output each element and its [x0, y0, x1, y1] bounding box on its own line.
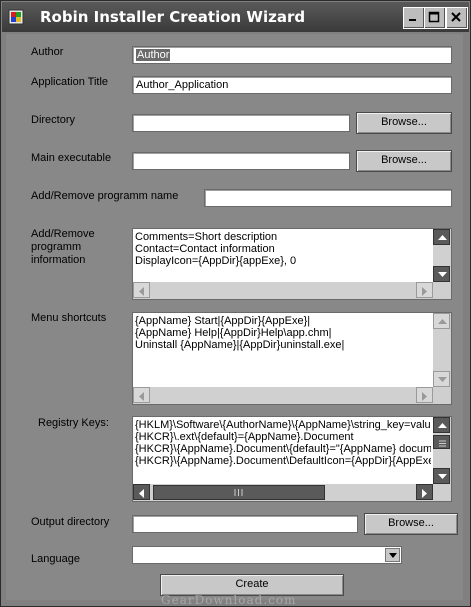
scroll-left-button[interactable] — [133, 484, 150, 500]
menu-shortcuts-hscroll[interactable] — [133, 387, 433, 404]
scroll-down-button[interactable] — [433, 371, 450, 387]
arrow-down-icon — [438, 474, 447, 479]
vertical-scroll-thumb[interactable] — [433, 435, 450, 449]
addremove-name-label: Add/Remove programm name — [31, 190, 179, 202]
scroll-left-button[interactable] — [133, 387, 150, 403]
grip-icon — [439, 440, 446, 447]
scroll-left-button[interactable] — [133, 282, 150, 298]
app-icon — [8, 9, 24, 25]
output-dir-label: Output directory — [31, 516, 110, 528]
scroll-down-button[interactable] — [433, 266, 450, 282]
language-select[interactable] — [132, 546, 402, 564]
registry-keys-vscroll[interactable] — [433, 417, 451, 484]
app-title-field[interactable]: Author_Application — [132, 76, 452, 94]
grip-icon — [234, 489, 243, 496]
main-exe-browse-button[interactable]: Browse... — [356, 150, 452, 172]
scroll-right-button[interactable] — [416, 484, 433, 500]
addremove-info-textarea[interactable]: Comments=Short description Contact=Conta… — [132, 228, 452, 300]
directory-label: Directory — [31, 114, 76, 126]
arrow-left-icon — [139, 489, 144, 498]
scroll-corner — [433, 484, 451, 501]
chevron-down-icon — [389, 553, 397, 558]
language-dropdown-button[interactable] — [385, 548, 400, 562]
language-label: Language — [31, 553, 80, 565]
window-title: Robin Installer Creation Wizard — [40, 8, 306, 26]
author-field[interactable]: Author — [132, 46, 452, 64]
menu-shortcuts-textarea[interactable]: {AppName} Start|{AppDir}{AppExe}| {AppNa… — [132, 312, 452, 405]
arrow-up-icon — [438, 235, 447, 240]
close-button[interactable] — [446, 7, 468, 29]
arrow-down-icon — [438, 377, 447, 382]
scroll-right-button[interactable] — [416, 387, 433, 403]
maximize-button[interactable] — [424, 7, 446, 29]
addremove-info-vscroll[interactable] — [433, 229, 451, 282]
maximize-icon — [428, 11, 440, 23]
arrow-up-icon — [438, 319, 447, 324]
close-icon — [451, 12, 461, 22]
registry-keys-text: {HKLM}\Software\{AuthorName}\{AppName}\s… — [135, 419, 431, 467]
directory-browse-button[interactable]: Browse... — [356, 112, 452, 134]
arrow-down-icon — [438, 272, 447, 277]
arrow-left-icon — [139, 392, 144, 401]
addremove-info-text: Comments=Short description Contact=Conta… — [135, 231, 297, 267]
menu-shortcuts-label: Menu shortcuts — [31, 312, 107, 324]
registry-keys-hscroll[interactable] — [133, 484, 433, 501]
arrow-up-icon — [438, 423, 447, 428]
addremove-info-label: Add/Remove programm information — [31, 228, 95, 266]
scroll-corner — [433, 387, 451, 404]
author-label: Author — [31, 46, 64, 58]
scroll-right-button[interactable] — [416, 282, 433, 298]
arrow-left-icon — [139, 287, 144, 296]
scroll-corner — [433, 282, 451, 299]
scroll-up-button[interactable] — [433, 313, 450, 329]
minimize-icon — [409, 19, 416, 21]
menu-shortcuts-text: {AppName} Start|{AppDir}{AppExe}| {AppNa… — [135, 315, 345, 351]
author-value: Author — [136, 49, 171, 61]
output-dir-browse-button[interactable]: Browse... — [364, 513, 458, 535]
arrow-right-icon — [422, 489, 427, 498]
main-exe-label: Main executable — [31, 152, 112, 164]
wizard-window: Robin Installer Creation Wizard Author A… — [0, 0, 471, 607]
minimize-button[interactable] — [403, 7, 425, 29]
scroll-down-button[interactable] — [433, 468, 450, 484]
registry-keys-label: Registry Keys: — [38, 417, 109, 429]
scroll-up-button[interactable] — [433, 417, 450, 433]
directory-field[interactable] — [132, 114, 350, 132]
watermark: GearDownload.com — [161, 593, 297, 607]
addremove-info-hscroll[interactable] — [133, 282, 433, 299]
registry-keys-textarea[interactable]: {HKLM}\Software\{AuthorName}\{AppName}\s… — [132, 416, 452, 502]
output-dir-field[interactable] — [132, 515, 358, 533]
arrow-right-icon — [422, 287, 427, 296]
scroll-up-button[interactable] — [433, 229, 450, 245]
menu-shortcuts-vscroll[interactable] — [433, 313, 451, 387]
arrow-right-icon — [422, 392, 427, 401]
app-title-label: Application Title — [31, 76, 109, 88]
main-exe-field[interactable] — [132, 152, 350, 170]
wizard-client-area: Author Author Application Title Author_A… — [6, 34, 463, 600]
title-bar[interactable]: Robin Installer Creation Wizard — [2, 2, 469, 32]
addremove-name-field[interactable] — [204, 189, 452, 207]
horizontal-scroll-thumb[interactable] — [153, 485, 325, 500]
